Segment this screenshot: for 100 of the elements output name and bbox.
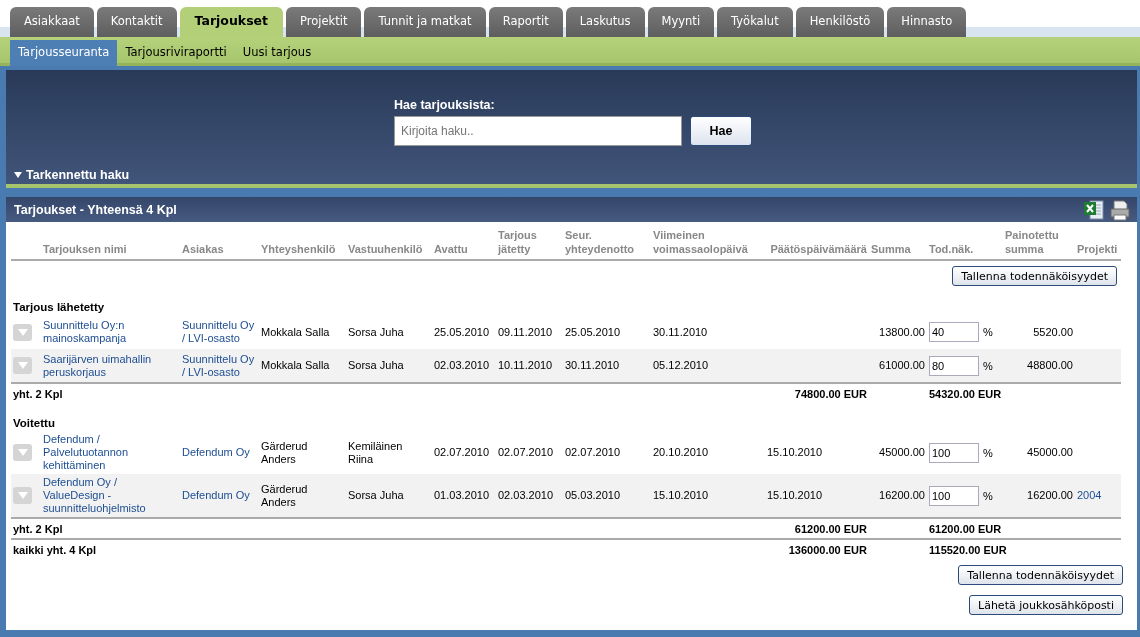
customer-link[interactable]: Defendum Oy <box>182 489 257 502</box>
main-tab[interactable]: Asiakkaat <box>10 7 94 37</box>
table-cell: 61000.00 <box>879 359 925 371</box>
table-cell: 09.11.2010 <box>498 325 553 338</box>
sub-tab[interactable]: Tarjousseuranta <box>10 40 118 66</box>
caret-icon <box>17 449 28 456</box>
row-menu-button[interactable] <box>13 323 32 341</box>
probability-field[interactable]: 40 <box>929 322 979 342</box>
main-tab[interactable]: Raportit <box>488 7 563 37</box>
triangle-icon <box>14 172 22 178</box>
probability-field[interactable]: 80 <box>929 355 979 376</box>
table-cell: 30.11.2010 <box>653 325 708 338</box>
main-tab[interactable]: Tarjoukset <box>179 7 284 37</box>
table-cell: 20.10.2010 <box>653 446 709 458</box>
main-tab[interactable]: Hinnasto <box>887 7 967 37</box>
percent-sign: % <box>983 359 993 372</box>
column-header: Tod.näk. <box>929 243 974 255</box>
project-link[interactable]: 2004 <box>1077 489 1119 502</box>
customer-link[interactable]: Suunnittelu Oy / LVI-osasto <box>182 319 257 345</box>
save-probabilities-button[interactable]: Tallenna todennäköisyydet <box>958 565 1123 585</box>
table-cell: Sorsa Juha <box>348 325 404 338</box>
table-cell: 25.05.2010 <box>565 325 621 338</box>
column-header: Asiakas <box>182 243 224 255</box>
main-tab[interactable]: Projektit <box>286 7 362 37</box>
printer-icon[interactable] <box>1109 198 1131 221</box>
table-cell: 02.03.2010 <box>498 489 554 501</box>
main-tab[interactable]: Kontaktit <box>96 7 177 37</box>
mass-email-button[interactable]: Lähetä joukkosähköposti <box>969 595 1123 615</box>
percent-sign: % <box>983 326 993 338</box>
table-cell: 05.12.2010 <box>653 359 709 371</box>
caret-icon <box>17 328 28 336</box>
column-header: Päätöspäivämäärä <box>770 243 867 255</box>
table-cell: Gärderud Anders <box>261 482 308 508</box>
table-cell: Mokkala Salla <box>261 325 330 338</box>
table-cell: 30.11.2010 <box>565 359 620 371</box>
advanced-search-toggle[interactable]: Tarkennettu haku <box>14 168 130 182</box>
offer-name-link[interactable]: Suunnittelu Oy:n mainoskampanja <box>43 319 178 345</box>
table-cell: 15.10.2010 <box>767 489 823 501</box>
search-field[interactable]: Kirjoita haku.. <box>394 116 682 146</box>
table-cell: 48800.00 <box>1027 359 1073 371</box>
group-total-label: yht. 2 Kpl <box>13 523 63 535</box>
group-total-label: yht. 2 Kpl <box>13 388 63 400</box>
column-header: Vastuuhenkilö <box>348 243 423 255</box>
table-cell: 16200.00 <box>879 489 925 501</box>
table-cell: Kemiläinen Riina <box>348 439 403 465</box>
main-tab[interactable]: Laskutus <box>565 7 645 37</box>
search-label: Hae tarjouksista: <box>394 98 496 112</box>
table-cell: 45000.00 <box>879 446 925 458</box>
sub-tab[interactable]: Tarjousriviraportti <box>117 40 235 66</box>
percent-sign: % <box>983 446 993 459</box>
main-tab[interactable]: Tunnit ja matkat <box>364 7 486 37</box>
column-header: Summa <box>871 243 911 255</box>
sub-tab[interactable]: Uusi tarjous <box>234 40 320 66</box>
table-cell: 16200.00 <box>1027 489 1073 501</box>
probability-field[interactable]: 100 <box>929 442 979 463</box>
table-cell: 25.05.2010 <box>434 325 490 338</box>
caret-icon <box>17 362 28 369</box>
offer-name-link[interactable]: Defendum / Palvelutuotannon kehittäminen <box>43 433 178 472</box>
row-menu-button[interactable] <box>13 357 32 374</box>
row-menu-button[interactable] <box>13 444 32 461</box>
search-button[interactable]: Hae <box>690 116 752 146</box>
column-header: Painotettu summa <box>1005 229 1059 255</box>
spreadsheet-icon[interactable] <box>1083 198 1105 221</box>
group-total-sum: 74800.00 EUR <box>794 388 867 400</box>
main-tab[interactable]: Työkalut <box>717 7 793 37</box>
group-title: Tarjous lähetetty <box>13 301 105 313</box>
grand-total-label: kaikki yht. 4 Kpl <box>13 544 97 556</box>
customer-link[interactable]: Suunnittelu Oy / LVI-osasto <box>182 352 257 379</box>
column-header: Avattu <box>434 243 468 255</box>
grand-total-sum: 136000.00 EUR <box>788 544 867 556</box>
results-title: Tarjoukset - Yhteensä 4 Kpl <box>14 202 177 217</box>
table-cell: 15.10.2010 <box>767 446 823 458</box>
caret-icon <box>17 492 28 499</box>
column-header: Tarjous jätetty <box>498 229 537 255</box>
table-cell: 02.07.2010 <box>498 446 554 458</box>
save-probabilities-button[interactable]: Tallenna todennäköisyydet <box>952 266 1117 286</box>
offer-name-link[interactable]: Saarijärven uimahallin peruskorjaus <box>43 352 178 379</box>
table-cell: 01.03.2010 <box>434 489 490 501</box>
percent-sign: % <box>983 489 993 502</box>
table-cell: 13800.00 <box>879 325 925 338</box>
table-cell: 15.10.2010 <box>653 489 709 501</box>
probability-field[interactable]: 100 <box>929 485 979 506</box>
column-header: Projekti <box>1077 243 1118 255</box>
table-cell: 02.07.2010 <box>434 446 490 458</box>
grand-total-weighted: 115520.00 EUR <box>929 544 1007 556</box>
column-header: Seur. yhteydenotto <box>565 229 635 255</box>
table-cell: 10.11.2010 <box>498 359 553 371</box>
column-header: Viimeinen voimassaolopäivä <box>653 229 748 255</box>
main-tab[interactable]: Henkilöstö <box>795 7 885 37</box>
main-tab[interactable]: Myynti <box>647 7 715 37</box>
table-cell: Gärderud Anders <box>261 439 308 465</box>
column-header: Tarjouksen nimi <box>43 243 127 255</box>
table-cell: 45000.00 <box>1027 446 1073 458</box>
offer-name-link[interactable]: Defendum Oy / ValueDesign -suunnitteluohjelmisto <box>43 476 178 515</box>
customer-link[interactable]: Defendum Oy <box>182 446 257 459</box>
row-menu-button[interactable] <box>13 487 32 504</box>
table-cell: 02.03.2010 <box>434 359 490 371</box>
column-header: Yhteyshenkilö <box>261 243 336 255</box>
table-cell: 5520.00 <box>1033 325 1073 338</box>
group-total-weighted: 54320.00 EUR <box>929 388 1002 400</box>
